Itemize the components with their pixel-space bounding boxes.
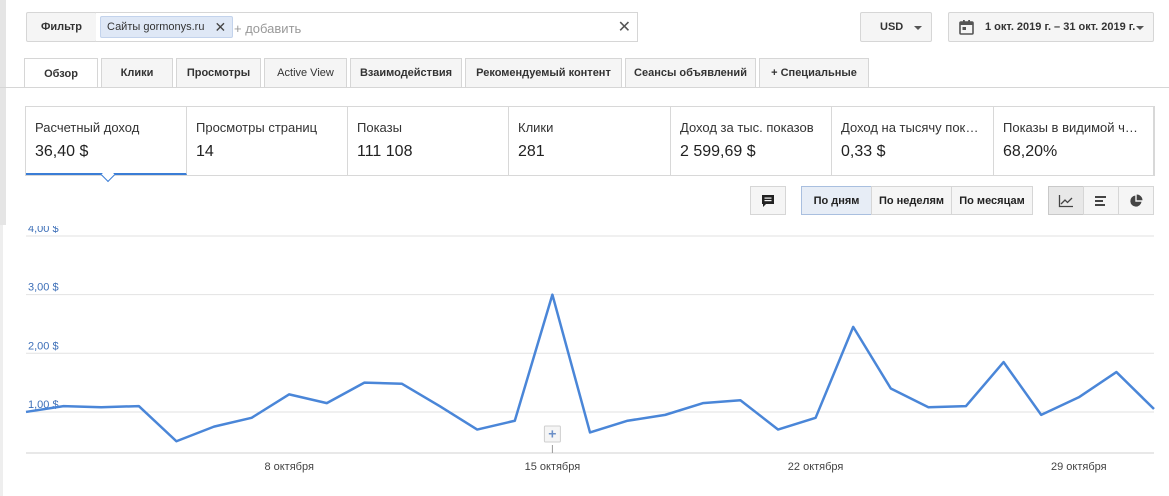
date-range-picker[interactable]: 1 окт. 2019 г. – 31 окт. 2019 г. — [948, 12, 1154, 42]
metric-viewability[interactable]: Показы в видимой части 68,20% — [994, 107, 1154, 175]
metric-value: 36,40 $ — [35, 143, 89, 160]
bar-chart-icon — [1095, 195, 1106, 206]
metric-label: Показы — [357, 120, 402, 135]
currency-dropdown[interactable]: USD — [860, 12, 932, 42]
metric-value: 68,20% — [1003, 143, 1058, 160]
clear-filter-icon[interactable]: ✕ — [618, 17, 631, 37]
x-tick-label: 8 октября — [264, 461, 314, 473]
calendar-icon — [959, 20, 974, 35]
y-tick-label: 3,00 $ — [28, 282, 59, 294]
annotations-button[interactable] — [750, 186, 786, 215]
tab-pageviews[interactable]: Просмотры — [176, 58, 261, 87]
line-chart-icon — [1058, 194, 1073, 207]
granularity-daily-button[interactable]: По дням — [801, 186, 872, 215]
metric-value: 2 599,69 $ — [680, 143, 756, 160]
metric-label: Расчетный доход — [35, 120, 140, 135]
comment-icon — [762, 194, 774, 207]
metric-value: 111 108 — [357, 143, 413, 160]
chevron-down-icon — [1136, 26, 1144, 30]
x-tick-label: 29 октября — [1051, 461, 1107, 473]
metric-page-rpm[interactable]: Доход за тыс. показов 2 599,69 $ — [671, 107, 832, 175]
granularity-monthly-button[interactable]: По месяцам — [951, 186, 1033, 215]
metric-estimated-earnings[interactable]: Расчетный доход 36,40 $ — [26, 107, 187, 175]
earnings-series-line — [25, 293, 1155, 443]
metric-value: 0,33 $ — [841, 143, 886, 160]
filter-add-input[interactable] — [234, 18, 594, 38]
pie-chart-view-button[interactable] — [1118, 186, 1154, 215]
metric-page-views[interactable]: Просмотры страниц 14 — [187, 107, 348, 175]
x-tick-label: 15 октября — [525, 461, 581, 473]
metric-label: Клики — [518, 120, 554, 135]
metric-label: Доход на тысячу показов — [841, 120, 984, 135]
filter-button[interactable]: Фильтр — [26, 12, 97, 42]
y-tick-label: 4,00 $ — [28, 226, 59, 235]
metric-value: 281 — [518, 143, 545, 160]
currency-label: USD — [880, 21, 904, 33]
tab-ad-sessions[interactable]: Сеансы объявлений — [625, 58, 756, 87]
filter-box[interactable]: Сайты gormonys.ru ✕ ✕ — [96, 12, 638, 42]
bar-chart-view-button[interactable] — [1083, 186, 1119, 215]
filter-chip[interactable]: Сайты gormonys.ru ✕ — [100, 16, 234, 38]
tab-interactions[interactable]: Взаимодействия — [350, 58, 462, 87]
tab-clicks[interactable]: Клики — [101, 58, 173, 87]
tabs-divider — [0, 87, 1169, 88]
earnings-line-chart: 1,00 $2,00 $3,00 $4,00 $8 октября 15 октя… — [25, 226, 1155, 473]
add-annotation-icon: + — [548, 426, 556, 442]
x-tick-label: 22 октября — [788, 461, 844, 473]
pie-chart-icon — [1130, 194, 1143, 207]
sidebar-edge — [0, 0, 6, 225]
chip-remove-icon[interactable]: ✕ — [214, 19, 226, 36]
metric-label: Просмотры страниц — [196, 120, 318, 135]
tab-custom[interactable]: + Специальные — [759, 58, 869, 87]
tab-recommended-content[interactable]: Рекомендуемый контент — [465, 58, 622, 87]
filter-chip-label: Сайты gormonys.ru — [107, 21, 205, 33]
metric-impressions[interactable]: Показы 111 108 — [348, 107, 509, 175]
metrics-strip: Расчетный доход 36,40 $ Просмотры страни… — [25, 106, 1155, 183]
tab-overview[interactable]: Обзор — [24, 58, 98, 88]
line-chart-view-button[interactable] — [1048, 186, 1084, 215]
chevron-down-icon — [914, 26, 922, 30]
metric-label: Показы в видимой части — [1003, 120, 1144, 135]
metric-label: Доход за тыс. показов — [680, 120, 814, 135]
date-range-label: 1 окт. 2019 г. – 31 окт. 2019 г. — [985, 21, 1136, 33]
y-tick-label: 2,00 $ — [28, 340, 59, 352]
metric-clicks[interactable]: Клики 281 — [509, 107, 671, 175]
tab-active-view[interactable]: Active View — [264, 58, 347, 87]
metric-value: 14 — [196, 143, 214, 160]
granularity-weekly-button[interactable]: По неделям — [871, 186, 952, 215]
metric-impression-rpm[interactable]: Доход на тысячу показов 0,33 $ — [832, 107, 994, 175]
